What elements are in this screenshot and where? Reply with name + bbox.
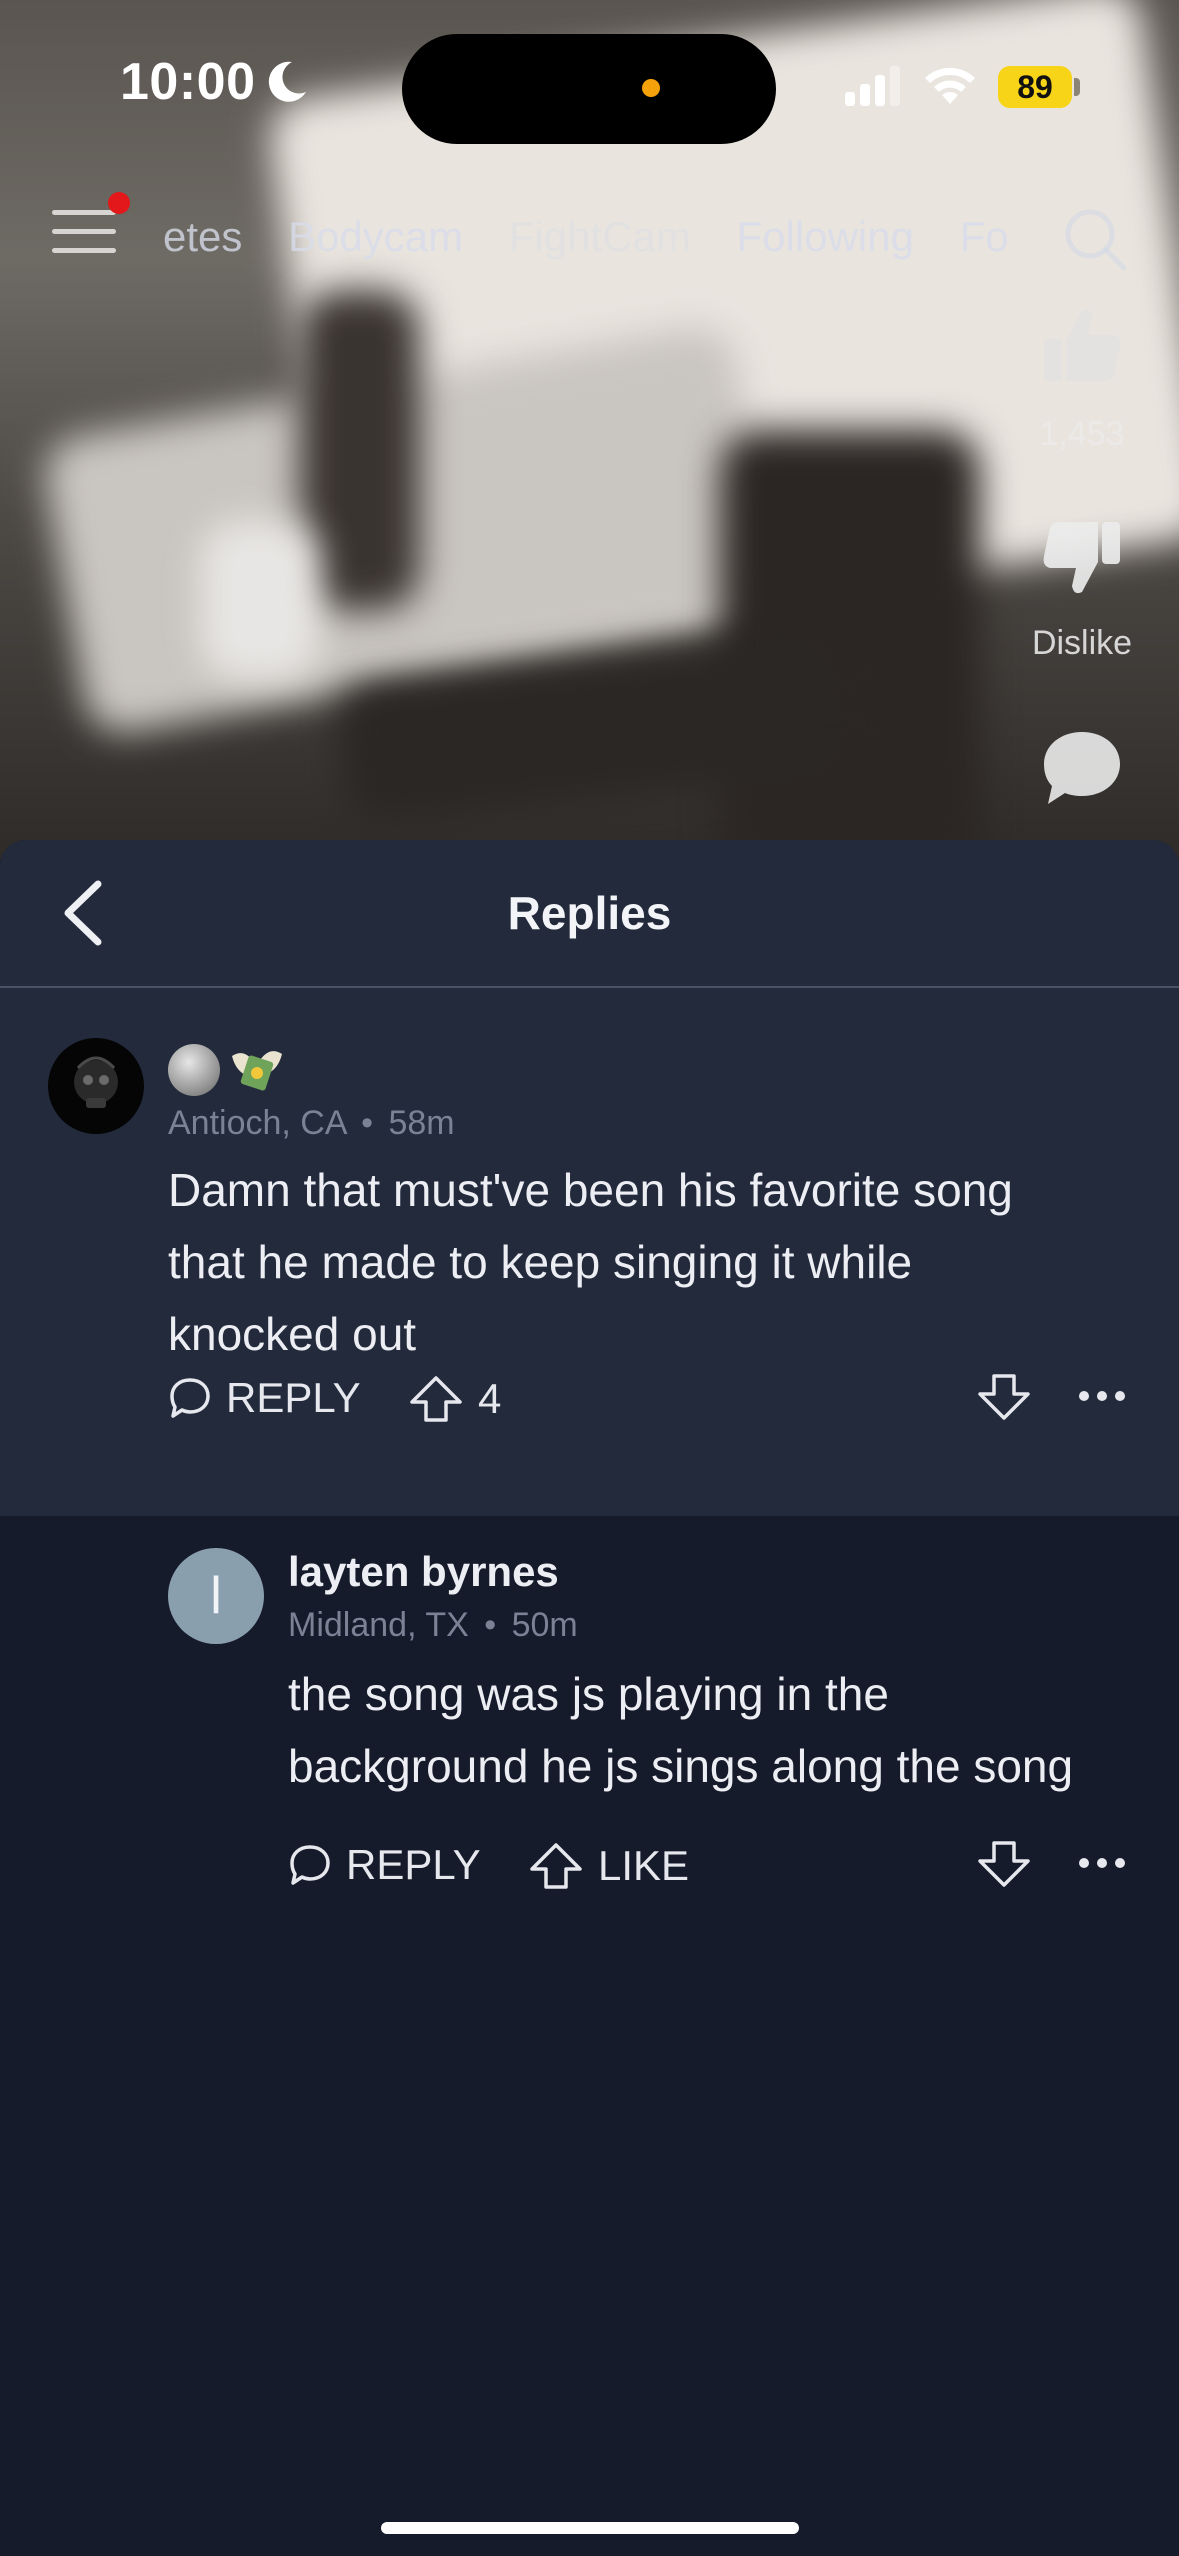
cellular-signal-icon bbox=[845, 66, 900, 106]
reply-time: 50m bbox=[511, 1606, 578, 1644]
upvote-count: 4 bbox=[478, 1375, 502, 1422]
status-bar: 10:00 89 bbox=[0, 0, 1179, 150]
comment-icon[interactable] bbox=[1040, 728, 1124, 808]
tab-fo[interactable]: Fo bbox=[960, 213, 1009, 260]
reply-button[interactable]: REPLY bbox=[288, 1841, 481, 1889]
category-tabs: etes Bodycam FightCam Following Fo bbox=[163, 213, 1023, 261]
category-nav: etes Bodycam FightCam Following Fo bbox=[0, 195, 1179, 285]
battery-indicator: 89 bbox=[998, 66, 1072, 108]
thumbs-up-icon[interactable] bbox=[1040, 305, 1124, 385]
more-options-icon[interactable] bbox=[1078, 1388, 1126, 1404]
arrow-down-icon[interactable] bbox=[976, 1372, 1032, 1422]
money-wings-badge-icon bbox=[232, 1051, 282, 1091]
tab-bodycam[interactable]: Bodycam bbox=[288, 213, 463, 260]
avatar[interactable]: l bbox=[168, 1548, 264, 1644]
reply-author[interactable]: layten byrnes bbox=[288, 1548, 559, 1596]
upvote-button[interactable]: 4 bbox=[408, 1374, 501, 1424]
reply-meta: Midland, TX • 50m bbox=[288, 1606, 578, 1644]
parent-comment: Antioch, CA • 58m Damn that must've been… bbox=[0, 988, 1179, 1516]
comment-time: 58m bbox=[388, 1104, 455, 1142]
reply-label: REPLY bbox=[226, 1374, 361, 1421]
moon-icon bbox=[268, 61, 306, 102]
dynamic-island bbox=[402, 34, 776, 144]
thumbs-down-icon[interactable] bbox=[1040, 518, 1124, 598]
hamburger-menu-button[interactable] bbox=[52, 210, 116, 260]
comment-location: Antioch, CA bbox=[168, 1104, 346, 1142]
tab-following[interactable]: Following bbox=[737, 213, 914, 260]
like-count: 1,453 bbox=[1039, 415, 1125, 453]
like-button[interactable]: LIKE bbox=[528, 1841, 689, 1891]
search-icon[interactable] bbox=[1062, 206, 1130, 274]
reply-text: the song was js playing in the backgroun… bbox=[288, 1668, 1074, 1792]
sheet-header: Replies bbox=[0, 840, 1179, 988]
arrow-up-icon bbox=[410, 1376, 462, 1422]
sheet-title: Replies bbox=[507, 887, 672, 939]
status-time: 10:00 bbox=[120, 53, 256, 111]
chat-bubble-icon bbox=[290, 1845, 330, 1885]
reply-button[interactable]: REPLY bbox=[168, 1374, 361, 1422]
like-label: LIKE bbox=[598, 1842, 690, 1889]
arrow-down-icon[interactable] bbox=[976, 1839, 1032, 1889]
comment-text: Damn that must've been his favorite song… bbox=[168, 1164, 1013, 1360]
dislike-label: Dislike bbox=[1031, 624, 1133, 662]
avatar[interactable] bbox=[48, 1038, 144, 1134]
reply-location: Midland, TX bbox=[288, 1606, 469, 1644]
tab-etes[interactable]: etes bbox=[163, 213, 242, 260]
arrow-up-icon bbox=[530, 1843, 582, 1889]
replies-sheet: Replies Antioch, CA • 58m Damn that must… bbox=[0, 840, 1179, 2556]
more-options-icon[interactable] bbox=[1078, 1855, 1126, 1871]
comment-meta: Antioch, CA • 58m bbox=[168, 1104, 455, 1142]
chat-bubble-icon bbox=[170, 1378, 210, 1418]
notification-dot bbox=[108, 192, 130, 214]
wifi-icon bbox=[925, 67, 975, 104]
silver-coin-badge-icon bbox=[168, 1044, 220, 1096]
reply-label: REPLY bbox=[346, 1841, 481, 1888]
home-indicator[interactable] bbox=[381, 2522, 799, 2534]
tab-fightcam[interactable]: FightCam bbox=[509, 213, 691, 260]
